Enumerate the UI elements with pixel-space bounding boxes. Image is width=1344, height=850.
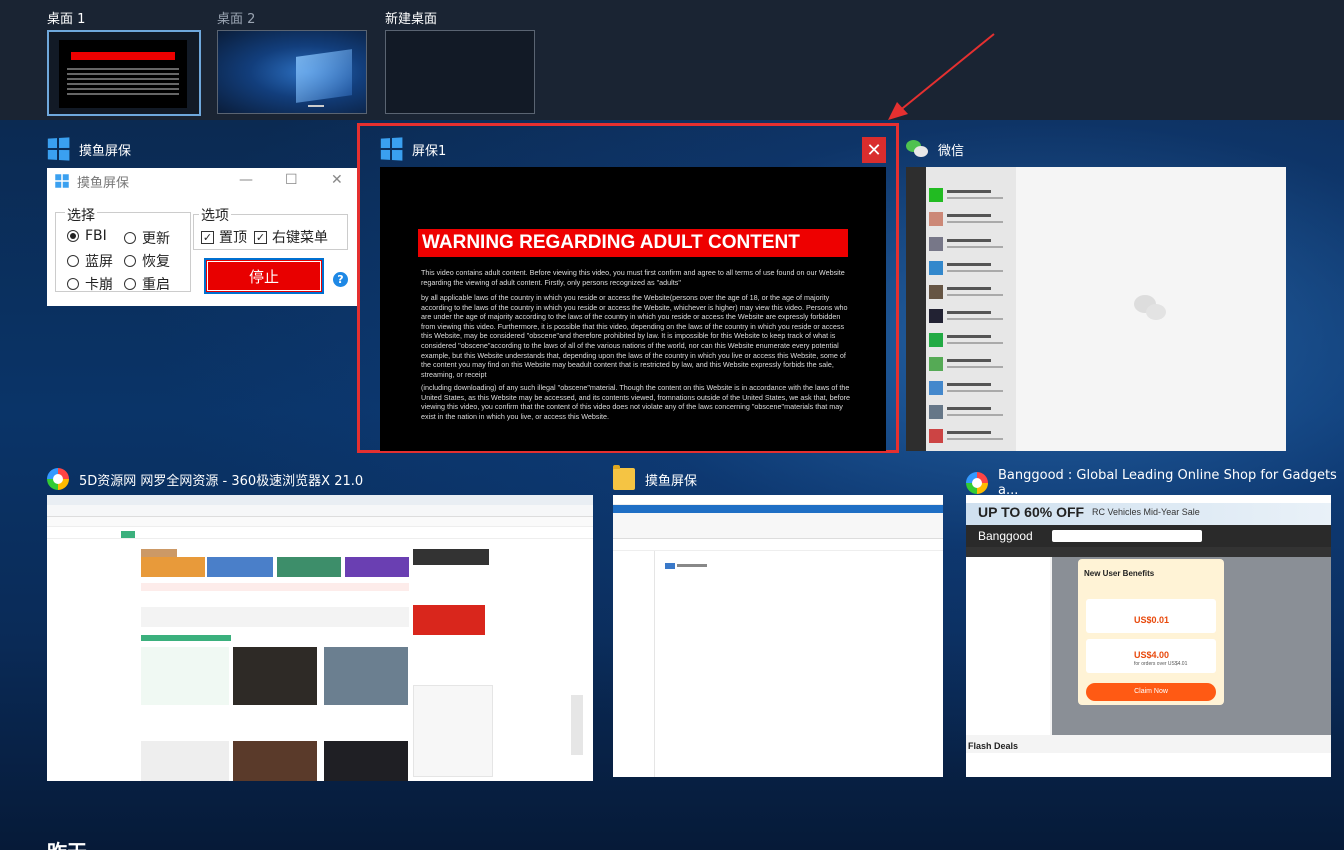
annotation-arrow: [888, 33, 995, 120]
section-yesterday: 昨天: [47, 836, 87, 850]
